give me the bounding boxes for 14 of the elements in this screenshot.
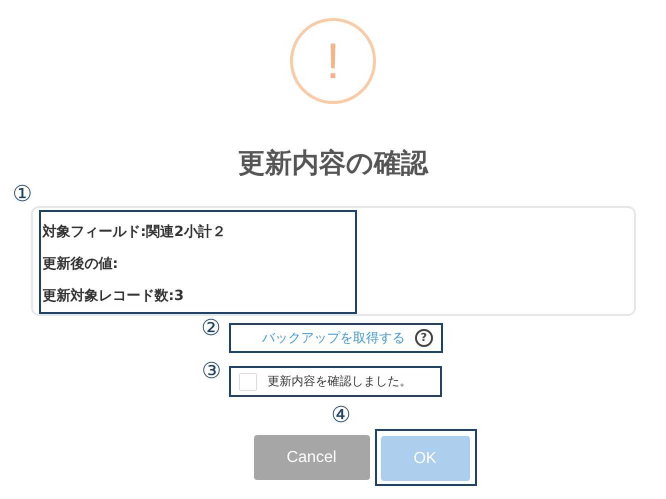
annotation-marker: ②: [201, 318, 221, 340]
confirm-checkbox[interactable]: [239, 372, 258, 390]
annotation-marker: ③: [202, 361, 222, 383]
dialog-title: 更新内容の確認: [238, 147, 428, 181]
annotation-marker: ①: [12, 184, 32, 206]
summary-line: 更新対象レコード数:3: [42, 286, 185, 306]
cancel-button[interactable]: Cancel: [254, 435, 370, 480]
summary-line: 対象フィールド:関連2小計２: [41, 222, 227, 242]
checkbox-label: 更新内容を確認しました。: [267, 373, 412, 390]
backup-link[interactable]: バックアップを取得する: [262, 329, 405, 347]
help-icon[interactable]: ?: [414, 329, 433, 347]
warning-icon: !: [290, 18, 376, 104]
summary-line: 更新後の値:: [42, 254, 120, 274]
annotation-marker: ④: [331, 405, 351, 427]
